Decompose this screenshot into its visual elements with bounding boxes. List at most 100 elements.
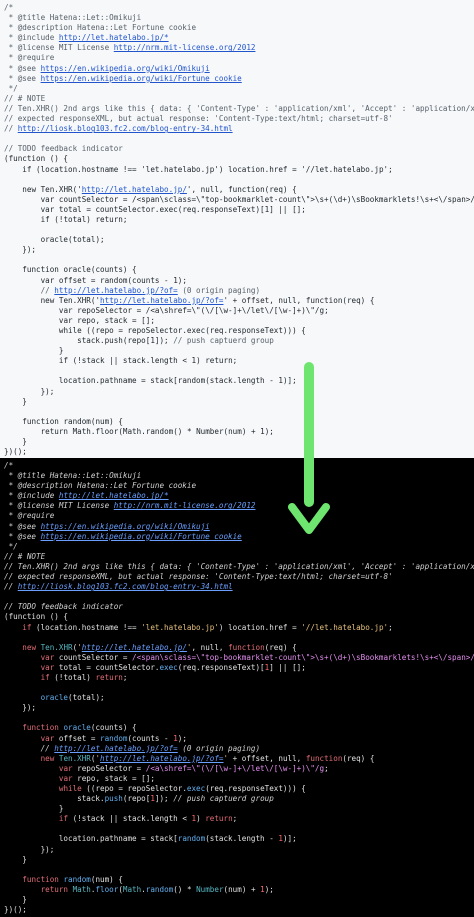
code-token: /<a\shref=\"(\/[\w-]+\/let\/[\w-]+)\"/g [145, 305, 325, 315]
code-token: (location.hostname [31, 622, 123, 632]
code-token: Math [122, 884, 142, 894]
code-link[interactable]: https://en.wikipedia.org/wiki/Omikuji [41, 522, 210, 531]
code-token: ; [324, 305, 329, 315]
code-link[interactable]: http://let.hatelabo.jp/ [82, 643, 187, 652]
code-token: '//let.hatelabo.jp' [301, 622, 389, 632]
code-token: (counts) { [90, 265, 137, 275]
code-token: !== [122, 622, 137, 632]
code-token: 'let.hatelabo.jp' [141, 622, 219, 632]
code-link[interactable]: http://let.hatelabo.jp/?of= [54, 744, 177, 753]
code-link[interactable]: http://let.hatelabo.jp/ [82, 185, 187, 194]
code-line: }); [4, 387, 474, 397]
code-token: (req) { [342, 295, 375, 305]
code-line: if (!total) return; [4, 673, 474, 683]
code-token: */ [4, 83, 18, 93]
code-token: location.pathname [4, 376, 142, 386]
code-line: var total = countSelector.exec(req.respo… [4, 205, 474, 215]
code-link[interactable]: http://liosk.blog103.fc2.com/blog-entry-… [18, 582, 233, 591]
code-line: oracle(total); [4, 235, 474, 245]
code-link[interactable]: http://nrm.mit-license.org/2012 [114, 501, 256, 510]
code-token: return [40, 884, 69, 894]
code-token: (function () { [4, 612, 69, 622]
code-line: } [4, 346, 474, 356]
code-line: * @title Hatena::Let::Omikuji [4, 13, 474, 23]
code-link[interactable]: http://let.hatelabo.jp/* [59, 491, 169, 500]
code-token: oracle [63, 265, 91, 275]
code-line: }); [4, 245, 474, 255]
code-line: var repoSelector = /<a\shref=\"(\/[\w-]+… [4, 764, 474, 774]
code-token: (num) { [90, 416, 123, 426]
code-token: // # NOTE [4, 551, 46, 561]
code-token: Ten.XHR [40, 184, 73, 194]
code-token: (num) { [90, 874, 123, 884]
code-token: )]; [282, 834, 297, 844]
code-token: // [4, 582, 18, 592]
code-token: () [173, 426, 187, 436]
code-line: var countSelector = /<span\sclass=\"top-… [4, 195, 474, 205]
code-line: } [4, 397, 474, 407]
code-line: // http://liosk.blog103.fc2.com/blog-ent… [4, 124, 474, 134]
code-line: })(); [4, 447, 474, 457]
code-token: (stack.length [205, 834, 270, 844]
code-token: if [58, 356, 69, 366]
code-token: if [40, 672, 50, 682]
code-view-dark-theme: /* * @title Hatena::Let::Omikuji * @desc… [0, 458, 474, 917]
code-token: ; [232, 356, 238, 366]
code-token: while [58, 326, 82, 335]
code-link[interactable]: http://let.hatelabo.jp/?of= [100, 754, 223, 763]
code-link[interactable]: http://let.hatelabo.jp/?of= [100, 296, 223, 305]
code-link[interactable]: http://let.hatelabo.jp/* [59, 33, 169, 42]
code-line: function random(num) { [4, 875, 474, 885]
code-line: // Ten.XHR() 2nd args like this { data: … [4, 104, 474, 114]
code-line: stack.push(repo[1]); // push captuerd gr… [4, 336, 474, 346]
code-token: function [22, 416, 59, 426]
code-token: ]); [154, 794, 174, 804]
code-token: // expected responseXML, but actual resp… [4, 114, 393, 124]
code-line: * @see https://en.wikipedia.org/wiki/For… [4, 532, 474, 542]
code-token: * @see [4, 73, 41, 83]
code-token: // Ten.XHR() 2nd args like this { data: … [4, 103, 474, 113]
code-line: if (!stack || stack.length < 1) return; [4, 356, 474, 366]
code-link[interactable]: https://en.wikipedia.org/wiki/Fortune_co… [41, 532, 242, 541]
code-token: function [22, 874, 59, 884]
code-token: total [54, 662, 87, 672]
code-token: ); [264, 426, 274, 436]
code-link[interactable]: https://en.wikipedia.org/wiki/Omikuji [41, 64, 210, 73]
code-line: }); [4, 703, 474, 713]
code-line: * @include http://let.hatelabo.jp/* [4, 491, 474, 501]
code-line: /* [4, 3, 474, 13]
code-token: * @see [4, 63, 41, 73]
code-token: exec [186, 326, 206, 335]
code-token: new [40, 295, 55, 305]
code-line: })(); [4, 905, 474, 915]
code-line: var total = countSelector.exec(req.respo… [4, 663, 474, 673]
code-token: ) [196, 356, 206, 366]
code-link[interactable]: http://nrm.mit-license.org/2012 [114, 43, 256, 52]
code-token: countSelector [54, 194, 123, 204]
code-token: var [58, 315, 73, 325]
code-line: var countSelector = /<span\sclass=\"top-… [4, 653, 474, 663]
code-token: * @require [4, 511, 55, 521]
code-token: , null, [191, 184, 229, 194]
code-token: offset, null, [237, 295, 306, 305]
code-line: location.pathname = stack[random(stack.l… [4, 376, 474, 386]
code-line: * @include http://let.hatelabo.jp/* [4, 33, 474, 43]
code-token: * @description Hatena::Let Fortune cooki… [4, 481, 197, 491]
code-line: (function () { [4, 154, 474, 164]
code-token: // [4, 124, 18, 134]
code-link[interactable]: https://en.wikipedia.org/wiki/Fortune_co… [41, 74, 242, 83]
code-line: new Ten.XHR('http://let.hatelabo.jp/', n… [4, 643, 474, 653]
code-link[interactable]: http://let.hatelabo.jp/?of= [54, 286, 177, 295]
code-token: (counts [127, 275, 165, 285]
code-link[interactable]: http://liosk.blog103.fc2.com/blog-entry-… [18, 124, 233, 133]
